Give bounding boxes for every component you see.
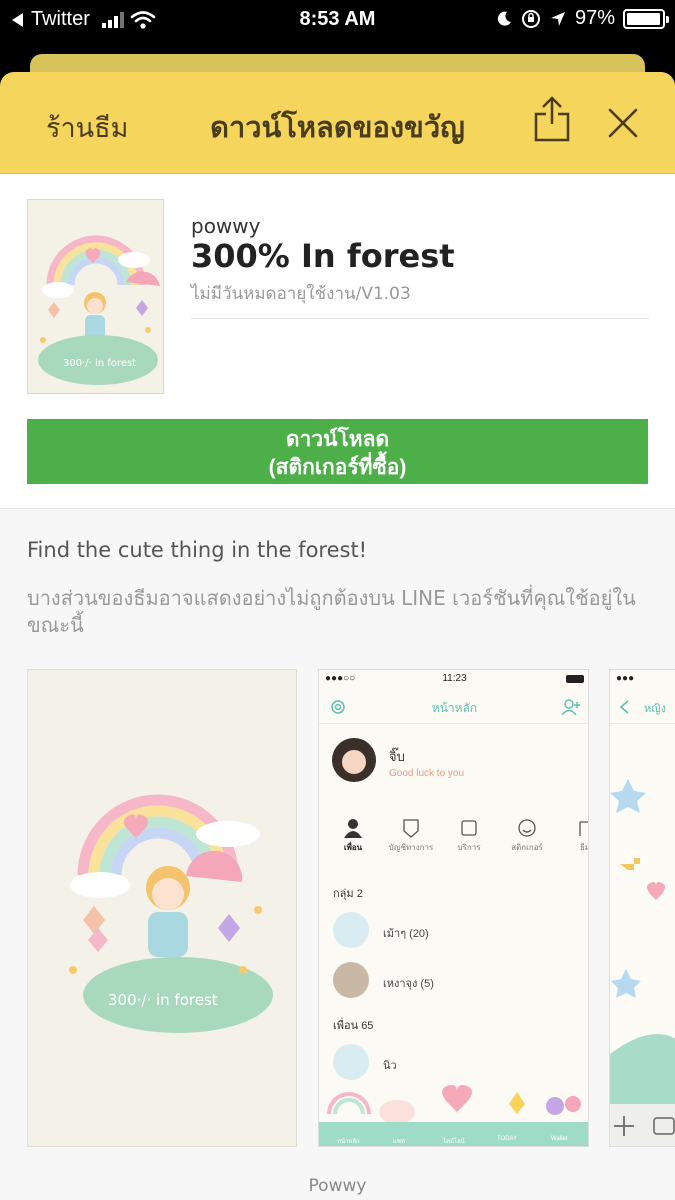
download-sublabel: (สติกเกอร์ที่ซื้อ) bbox=[268, 456, 407, 479]
mock-footer-illustration bbox=[327, 1084, 581, 1124]
theme-author[interactable]: powwy bbox=[191, 214, 260, 238]
mock-avatar bbox=[332, 738, 376, 782]
theme-name: 300% In forest bbox=[191, 237, 455, 275]
moon-icon bbox=[497, 11, 511, 26]
page-title: ดาวน์โหลดของขวัญ bbox=[210, 110, 465, 144]
mock-status-bar: ●●●○○ 11:23 bbox=[319, 670, 588, 688]
mock-tab-friends: เพื่อน bbox=[323, 815, 383, 854]
mock-tab-official: บัญชีทางการ bbox=[381, 815, 441, 854]
mock-group-section: กลุ่ม 2 bbox=[333, 888, 363, 900]
mock-group-row: เหงาจุง (5) bbox=[383, 978, 434, 990]
battery-percent: 97% bbox=[574, 7, 615, 29]
download-label: ดาวน์โหลด bbox=[285, 428, 390, 451]
preview-image-3[interactable]: ●●● หญิง bbox=[609, 669, 675, 1147]
image-caption: Powwy bbox=[308, 1176, 367, 1196]
preview-image-1[interactable]: 300·/· in forest bbox=[27, 669, 297, 1147]
mock-profile-name: จิ๊บ bbox=[389, 749, 405, 764]
divider bbox=[191, 318, 649, 319]
status-bar: Twitter 8:53 AM 97% bbox=[0, 0, 675, 40]
mock-clock: 11:23 bbox=[442, 673, 467, 684]
mock-group-row: เม้าๆ (20) bbox=[383, 928, 429, 940]
mock-tab-themes: ธีม bbox=[555, 815, 588, 854]
share-icon[interactable] bbox=[532, 94, 572, 144]
mock-back-icon bbox=[619, 700, 629, 714]
modal-header: ร้านธีม ดาวน์โหลดของขวัญ bbox=[0, 72, 675, 174]
mock-group-avatar bbox=[333, 912, 369, 948]
mock-profile-status: Good luck to you bbox=[389, 768, 465, 779]
mock-chat-background bbox=[610, 724, 675, 1146]
mock-add-friend-icon bbox=[561, 699, 580, 716]
mock-chat-title: หญิง bbox=[644, 703, 666, 715]
mock-friend-section: เพื่อน 65 bbox=[333, 1020, 374, 1032]
mock-nav-title: หน้าหลัก bbox=[431, 701, 478, 715]
mock-nav-bar: หน้าหลัก bbox=[319, 690, 588, 724]
mock-bottom-bar: หน้าหลัก แชท ไทม์ไลน์ TODAY Wallet bbox=[319, 1122, 588, 1146]
mock-tab-stickers: สติกเกอร์ bbox=[497, 815, 557, 854]
theme-validity-version: ไม่มีวันหมดอายุใช้งาน/V1.03 bbox=[191, 284, 411, 304]
location-icon bbox=[550, 11, 565, 26]
mock-group-avatar bbox=[333, 962, 369, 998]
svg-text:300·/· in forest: 300·/· in forest bbox=[108, 991, 218, 1009]
mock-tab-bar: เพื่อน บัญชีทางการ บริการ สติกเกอร์ ธีม bbox=[319, 815, 588, 860]
download-button[interactable]: ดาวน์โหลด (สติกเกอร์ที่ซื้อ) bbox=[27, 419, 648, 484]
close-icon[interactable] bbox=[606, 106, 640, 140]
battery-icon bbox=[623, 8, 669, 29]
rotation-lock-icon bbox=[521, 9, 540, 28]
compatibility-note: บางส่วนของธีมอาจแสดงอย่างไม่ถูกต้องบน LI… bbox=[27, 586, 636, 637]
svg-text:300·/· in forest: 300·/· in forest bbox=[63, 358, 136, 369]
thumbnail-illustration: 300·/· in forest bbox=[28, 200, 163, 393]
theme-description: Find the cute thing in the forest! bbox=[27, 538, 368, 562]
mock-tab-services: บริการ bbox=[439, 815, 499, 854]
preview-illustration: 300·/· in forest bbox=[28, 670, 296, 1146]
theme-thumbnail[interactable]: 300·/· in forest bbox=[27, 199, 164, 394]
preview-image-2[interactable]: ●●●○○ 11:23 หน้าหลัก จิ๊บ Good luck to y… bbox=[318, 669, 589, 1147]
